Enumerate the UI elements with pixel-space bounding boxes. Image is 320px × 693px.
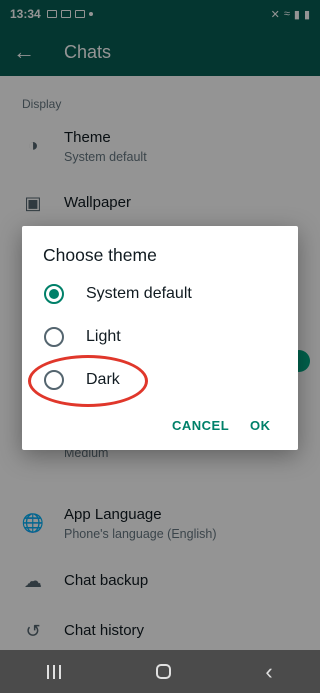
- option-label: System default: [86, 285, 192, 302]
- option-label: Light: [86, 328, 121, 345]
- system-nav-bar: ‹: [0, 650, 320, 693]
- cancel-button[interactable]: CANCEL: [172, 418, 229, 433]
- radio-unchecked-icon[interactable]: [44, 327, 64, 347]
- radio-checked-icon[interactable]: [44, 284, 64, 304]
- back-icon[interactable]: ‹: [265, 660, 272, 683]
- choose-theme-dialog: Choose theme System default Light Dark C…: [22, 226, 298, 450]
- red-circle-annotation: [28, 355, 148, 407]
- ok-button[interactable]: OK: [250, 418, 271, 433]
- recents-icon[interactable]: [47, 664, 62, 679]
- theme-option-system-default[interactable]: System default: [22, 274, 298, 314]
- theme-option-light[interactable]: Light: [22, 317, 298, 357]
- dialog-title: Choose theme: [43, 245, 157, 265]
- home-icon[interactable]: [155, 664, 171, 679]
